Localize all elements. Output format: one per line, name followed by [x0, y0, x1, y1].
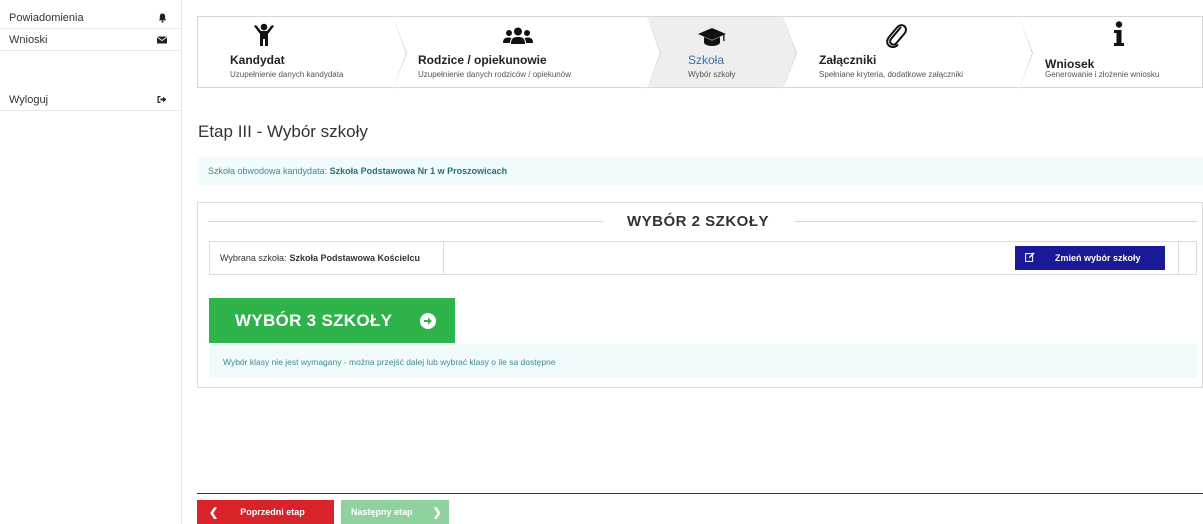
step-separator	[647, 17, 660, 89]
footer-divider	[197, 493, 1203, 494]
step-wniosek[interactable]: Wniosek Generowanie i złożenie wniosku	[1019, 17, 1202, 87]
step-subtitle: Uzupełnienie danych kandydata	[230, 70, 344, 79]
sidebar-item-wnioski[interactable]: Wnioski	[0, 29, 181, 51]
step-title: Wniosek	[1045, 57, 1095, 71]
heading-rule-left	[208, 221, 603, 222]
panel-heading: WYBÓR 2 SZKOŁY	[626, 213, 769, 230]
heading-rule-right	[795, 221, 1197, 222]
selected-school-row: Wybrana szkoła: Szkoła Podstawowa Koście…	[209, 241, 1197, 275]
step-subtitle: Spełniane kryteria, dodatkowe załączniki	[819, 70, 964, 79]
step-separator	[783, 17, 796, 89]
previous-step-button[interactable]: ❮ Poprzedni etap	[197, 500, 334, 524]
step-title: Załączniki	[819, 53, 877, 67]
chevron-left-icon: ❮	[209, 506, 219, 519]
step-subtitle: Uzupełnienie danych rodziców / opiekunów	[418, 70, 571, 79]
step-zalaczniki[interactable]: Załączniki Spełniane kryteria, dodatkowe…	[783, 17, 1033, 89]
sidebar-item-wyloguj[interactable]: Wyloguj	[0, 89, 181, 111]
district-school-label: Szkoła obwodowa kandydata:	[208, 166, 328, 176]
edit-icon	[1025, 252, 1035, 264]
next-step-label: Następny etap	[351, 507, 413, 517]
step-kandydat[interactable]: Kandydat Uzupełnienie danych kandydata	[198, 17, 407, 89]
change-school-label: Zmień wybór szkoły	[1055, 253, 1141, 263]
previous-step-label: Poprzedni etap	[240, 507, 305, 517]
child-icon	[253, 23, 275, 52]
sidebar-item-label: Wyloguj	[9, 93, 49, 106]
selected-school-cell: Wybrana szkoła: Szkoła Podstawowa Koście…	[210, 242, 444, 274]
district-school-info: Szkoła obwodowa kandydata: Szkoła Podsta…	[198, 157, 1203, 185]
row-divider	[1178, 242, 1179, 274]
change-school-button[interactable]: Zmień wybór szkoły	[1015, 246, 1165, 270]
step-separator	[1019, 17, 1032, 89]
paperclip-icon	[885, 24, 907, 53]
graduation-cap-icon	[697, 27, 727, 52]
choose-third-school-button[interactable]: WYBÓR 3 SZKOŁY	[209, 298, 455, 343]
selected-school-label: Wybrana szkoła:	[220, 253, 287, 263]
step-title: Rodzice / opiekunowie	[418, 53, 547, 67]
page-title: Etap III - Wybór szkoły	[198, 122, 368, 141]
step-title: Szkoła	[688, 53, 725, 67]
bell-icon	[157, 13, 167, 23]
arrow-circle-right-icon	[420, 312, 437, 329]
step-subtitle: Wybór szkoły	[688, 70, 736, 79]
envelope-icon	[157, 35, 167, 45]
step-title: Kandydat	[230, 53, 285, 67]
users-icon	[503, 27, 533, 50]
class-choice-note: Wybór klasy nie jest wymagany - można pr…	[209, 344, 1197, 378]
sidebar-item-powiadomienia[interactable]: Powiadomienia	[0, 7, 181, 29]
choose-third-school-label: WYBÓR 3 SZKOŁY	[235, 310, 393, 330]
step-szkola[interactable]: Szkoła Wybór szkoły	[647, 17, 797, 89]
district-school-name: Szkoła Podstawowa Nr 1 w Proszowicach	[329, 166, 508, 176]
selected-school-name: Szkoła Podstawowa Kościelcu	[289, 253, 420, 263]
wizard-steps: Kandydat Uzupełnienie danych kandydata R…	[197, 16, 1203, 89]
next-step-button[interactable]: Następny etap ❯	[341, 500, 449, 524]
sidebar-item-label: Wnioski	[9, 33, 48, 46]
step-separator	[393, 17, 406, 89]
info-icon	[1113, 21, 1125, 52]
step-subtitle: Generowanie i złożenie wniosku	[1045, 70, 1160, 79]
sidebar-item-label: Powiadomienia	[9, 11, 84, 24]
step-rodzice[interactable]: Rodzice / opiekunowie Uzupełnienie danyc…	[393, 17, 661, 89]
chevron-right-icon: ❯	[432, 506, 442, 519]
school-choice-panel: WYBÓR 2 SZKOŁY Wybrana szkoła: Szkoła Po…	[197, 202, 1203, 388]
sign-out-icon	[157, 95, 167, 105]
sidebar: Powiadomienia Wnioski Wyloguj	[0, 0, 182, 524]
